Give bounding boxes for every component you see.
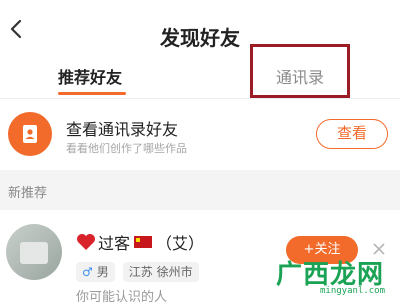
- location-label: 江苏 徐州市: [128, 265, 193, 279]
- user-name: 过客: [98, 234, 131, 253]
- contacts-icon: [8, 112, 52, 156]
- section-label: 新推荐: [8, 186, 48, 201]
- avatar[interactable]: [6, 224, 62, 280]
- flag-icon: [134, 236, 153, 248]
- watermark: 广西龙网 mingyanl.com: [270, 250, 400, 300]
- watermark-url: mingyanl.com: [320, 286, 386, 296]
- location-tag: 江苏 徐州市: [122, 262, 199, 282]
- active-tab-indicator: [58, 92, 126, 95]
- gender-tag: ♂ 男: [76, 262, 115, 282]
- divider: [0, 98, 400, 99]
- contacts-entry-row[interactable]: 查看通讯录好友 看看他们创作了哪些作品 查看: [0, 100, 400, 170]
- user-name-line: 过客 （艾）: [76, 230, 204, 254]
- tab-recommended-friends[interactable]: 推荐好友: [58, 64, 122, 88]
- user-name-suffix: （艾）: [156, 234, 205, 253]
- gender-label: 男: [96, 265, 109, 279]
- recommendation-hint: 你可能认识的人: [76, 290, 168, 305]
- view-contacts-button[interactable]: 查看: [316, 119, 388, 149]
- user-tags: ♂ 男 江苏 徐州市: [76, 262, 207, 282]
- contacts-entry-title: 查看通讯录好友: [66, 120, 179, 139]
- highlight-box: [250, 44, 350, 98]
- avatar-image: [20, 242, 48, 264]
- section-header: 新推荐: [0, 170, 400, 210]
- male-icon: ♂: [82, 265, 93, 279]
- heart-icon: [77, 234, 95, 250]
- contacts-entry-subtitle: 看看他们创作了哪些作品: [66, 142, 187, 155]
